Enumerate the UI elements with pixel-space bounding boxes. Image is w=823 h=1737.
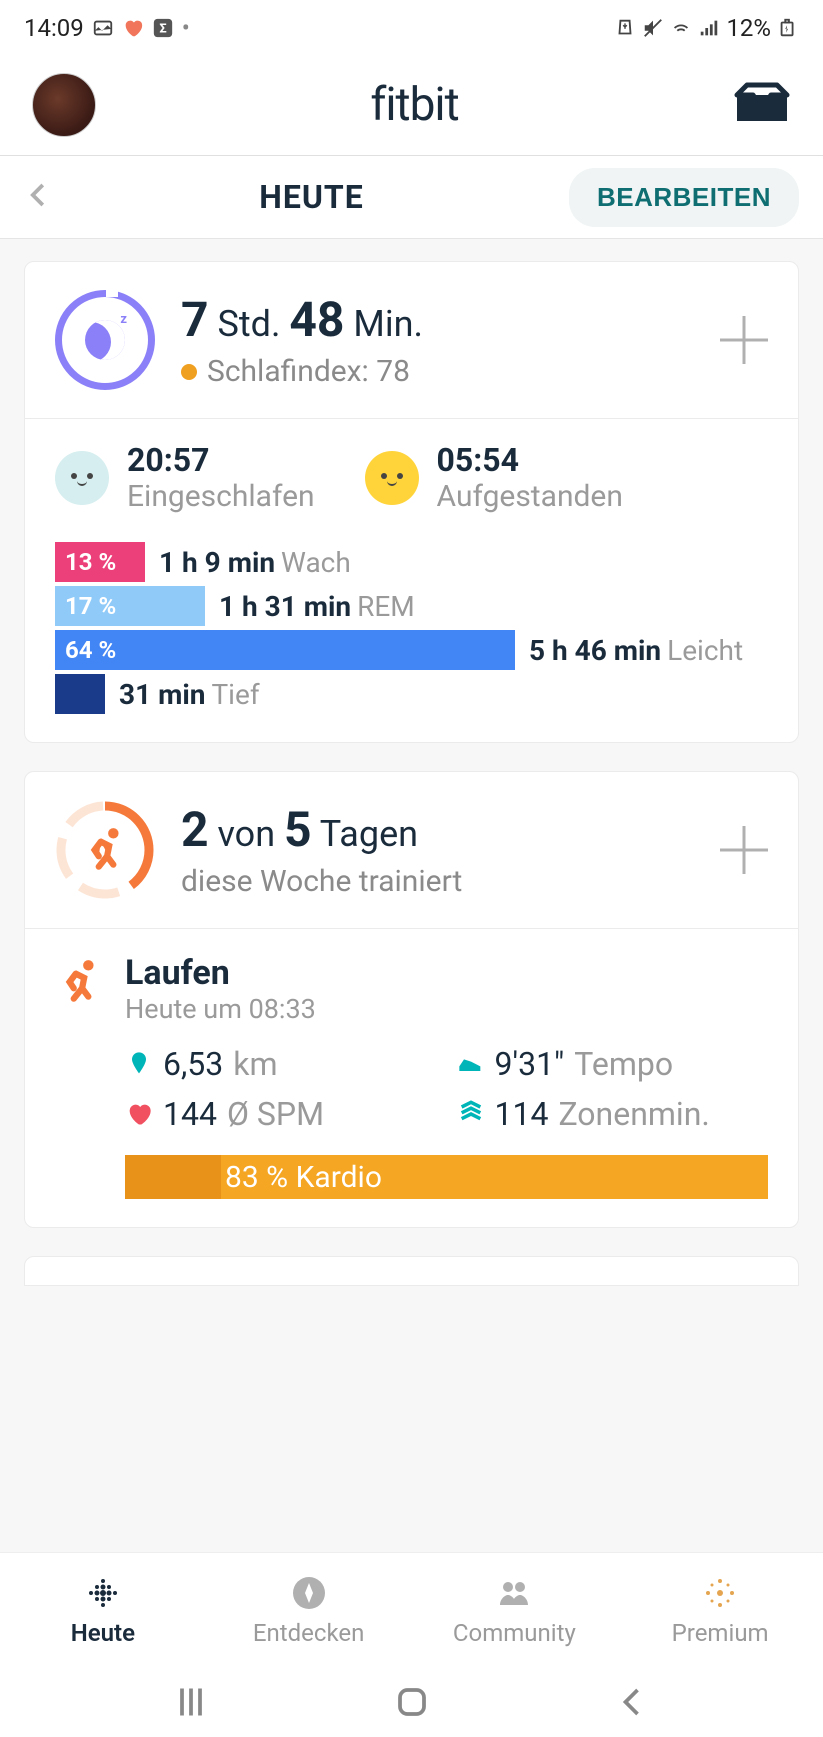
- sleep-stage-light: 64 % 5 h 46 minLeicht: [55, 630, 768, 670]
- chevron-left-icon: [24, 180, 54, 210]
- exercise-card[interactable]: 2 von 5 Tagen diese Woche trainiert Lauf…: [24, 771, 799, 1228]
- people-icon: [494, 1573, 534, 1613]
- back-button[interactable]: [24, 180, 54, 214]
- status-bar: 14:09 Σ • 12%: [0, 0, 823, 55]
- brand-logo: fitbit: [370, 78, 458, 132]
- edit-button[interactable]: BEARBEITEN: [569, 168, 799, 227]
- exercise-details: Laufen Heute um 08:33 6,53 km 9'31" Temp…: [25, 929, 798, 1227]
- heart-icon: [125, 1100, 153, 1128]
- sleep-details: 20:57 Eingeschlafen 05:54 Aufgestanden: [25, 419, 798, 742]
- sleep-icon: z: [55, 290, 155, 390]
- sys-back-button[interactable]: [615, 1684, 651, 1720]
- activity-name: Laufen: [125, 953, 316, 993]
- stat-pace: 9'31" Tempo: [457, 1045, 769, 1083]
- mute-icon: [642, 17, 664, 39]
- nav-community[interactable]: Community: [412, 1553, 618, 1667]
- wifi-icon: [670, 17, 692, 39]
- inbox-icon: [733, 81, 791, 125]
- fitbit-logo-icon: [83, 1573, 123, 1613]
- sleep-card-header: z 7 Std. 48 Min. Schlafindex: 78: [25, 262, 798, 419]
- heart-icon: [122, 17, 144, 39]
- home-icon: [394, 1684, 430, 1720]
- nav-community-label: Community: [453, 1619, 576, 1647]
- sun-face-icon: [365, 451, 419, 505]
- sleep-stage-wake: 13 % 1 h 9 minWach: [55, 542, 768, 582]
- battery-icon: [777, 17, 799, 39]
- sleep-card[interactable]: z 7 Std. 48 Min. Schlafindex: 78: [24, 261, 799, 743]
- add-exercise-button[interactable]: [720, 826, 768, 874]
- sys-recent-button[interactable]: [173, 1684, 209, 1720]
- sleep-duration: 7 Std. 48 Min.: [181, 291, 720, 348]
- sleep-awake-time: 05:54 Aufgestanden: [365, 441, 623, 514]
- sleep-asleep-time: 20:57 Eingeschlafen: [55, 441, 315, 514]
- stat-zonemin: 114 Zonenmin.: [457, 1095, 769, 1133]
- add-sleep-button[interactable]: [720, 316, 768, 364]
- date-bar: HEUTE BEARBEITEN: [0, 156, 823, 238]
- compass-icon: [289, 1573, 329, 1613]
- inbox-button[interactable]: [733, 81, 791, 129]
- app-header: fitbit: [0, 55, 823, 155]
- amber-dot-icon: [181, 364, 197, 380]
- stat-distance: 6,53 km: [125, 1045, 437, 1083]
- exercise-subtitle: diese Woche trainiert: [181, 864, 720, 899]
- content-area[interactable]: z 7 Std. 48 Min. Schlafindex: 78: [0, 238, 823, 1552]
- nav-premium[interactable]: Premium: [617, 1553, 823, 1667]
- avatar[interactable]: [32, 73, 96, 137]
- premium-icon: [700, 1573, 740, 1613]
- moon-face-icon: [55, 451, 109, 505]
- sleep-stage-rem: 17 % 1 h 31 minREM: [55, 586, 768, 626]
- svg-text:Σ: Σ: [159, 21, 166, 36]
- partial-card[interactable]: [24, 1256, 799, 1286]
- runner-icon: [55, 957, 105, 1007]
- exercise-count: 2 von 5 Tagen: [181, 801, 720, 858]
- stat-heartrate: 144 Ø SPM: [125, 1095, 437, 1133]
- exercise-card-header: 2 von 5 Tagen diese Woche trainiert: [25, 772, 798, 929]
- signal-icon: [698, 17, 720, 39]
- recycle-icon: [614, 17, 636, 39]
- date-title: HEUTE: [70, 178, 553, 216]
- nav-discover-label: Entdecken: [253, 1619, 364, 1647]
- status-battery-pct: 12%: [726, 14, 771, 42]
- cardio-bar: 83 % Kardio: [125, 1155, 768, 1199]
- sleep-score: Schlafindex: 78: [181, 354, 720, 389]
- picture-icon: [92, 17, 114, 39]
- shoe-icon: [457, 1050, 485, 1078]
- nav-premium-label: Premium: [672, 1619, 769, 1647]
- sleep-stage-deep: 31 minTief: [55, 674, 768, 714]
- bottom-nav: Heute Entdecken Community Premium: [0, 1552, 823, 1667]
- recent-icon: [173, 1684, 209, 1720]
- system-nav: [0, 1667, 823, 1737]
- sigma-icon: Σ: [152, 17, 174, 39]
- status-time: 14:09: [24, 14, 84, 42]
- back-icon: [615, 1684, 651, 1720]
- nav-today-label: Heute: [71, 1619, 135, 1647]
- runner-icon: [80, 825, 130, 875]
- pin-icon: [125, 1050, 153, 1078]
- sys-home-button[interactable]: [394, 1684, 430, 1720]
- zone-icon: [457, 1100, 485, 1128]
- activity-time: Heute um 08:33: [125, 993, 316, 1025]
- nav-discover[interactable]: Entdecken: [206, 1553, 412, 1667]
- nav-today[interactable]: Heute: [0, 1553, 206, 1667]
- exercise-icon: [55, 800, 155, 900]
